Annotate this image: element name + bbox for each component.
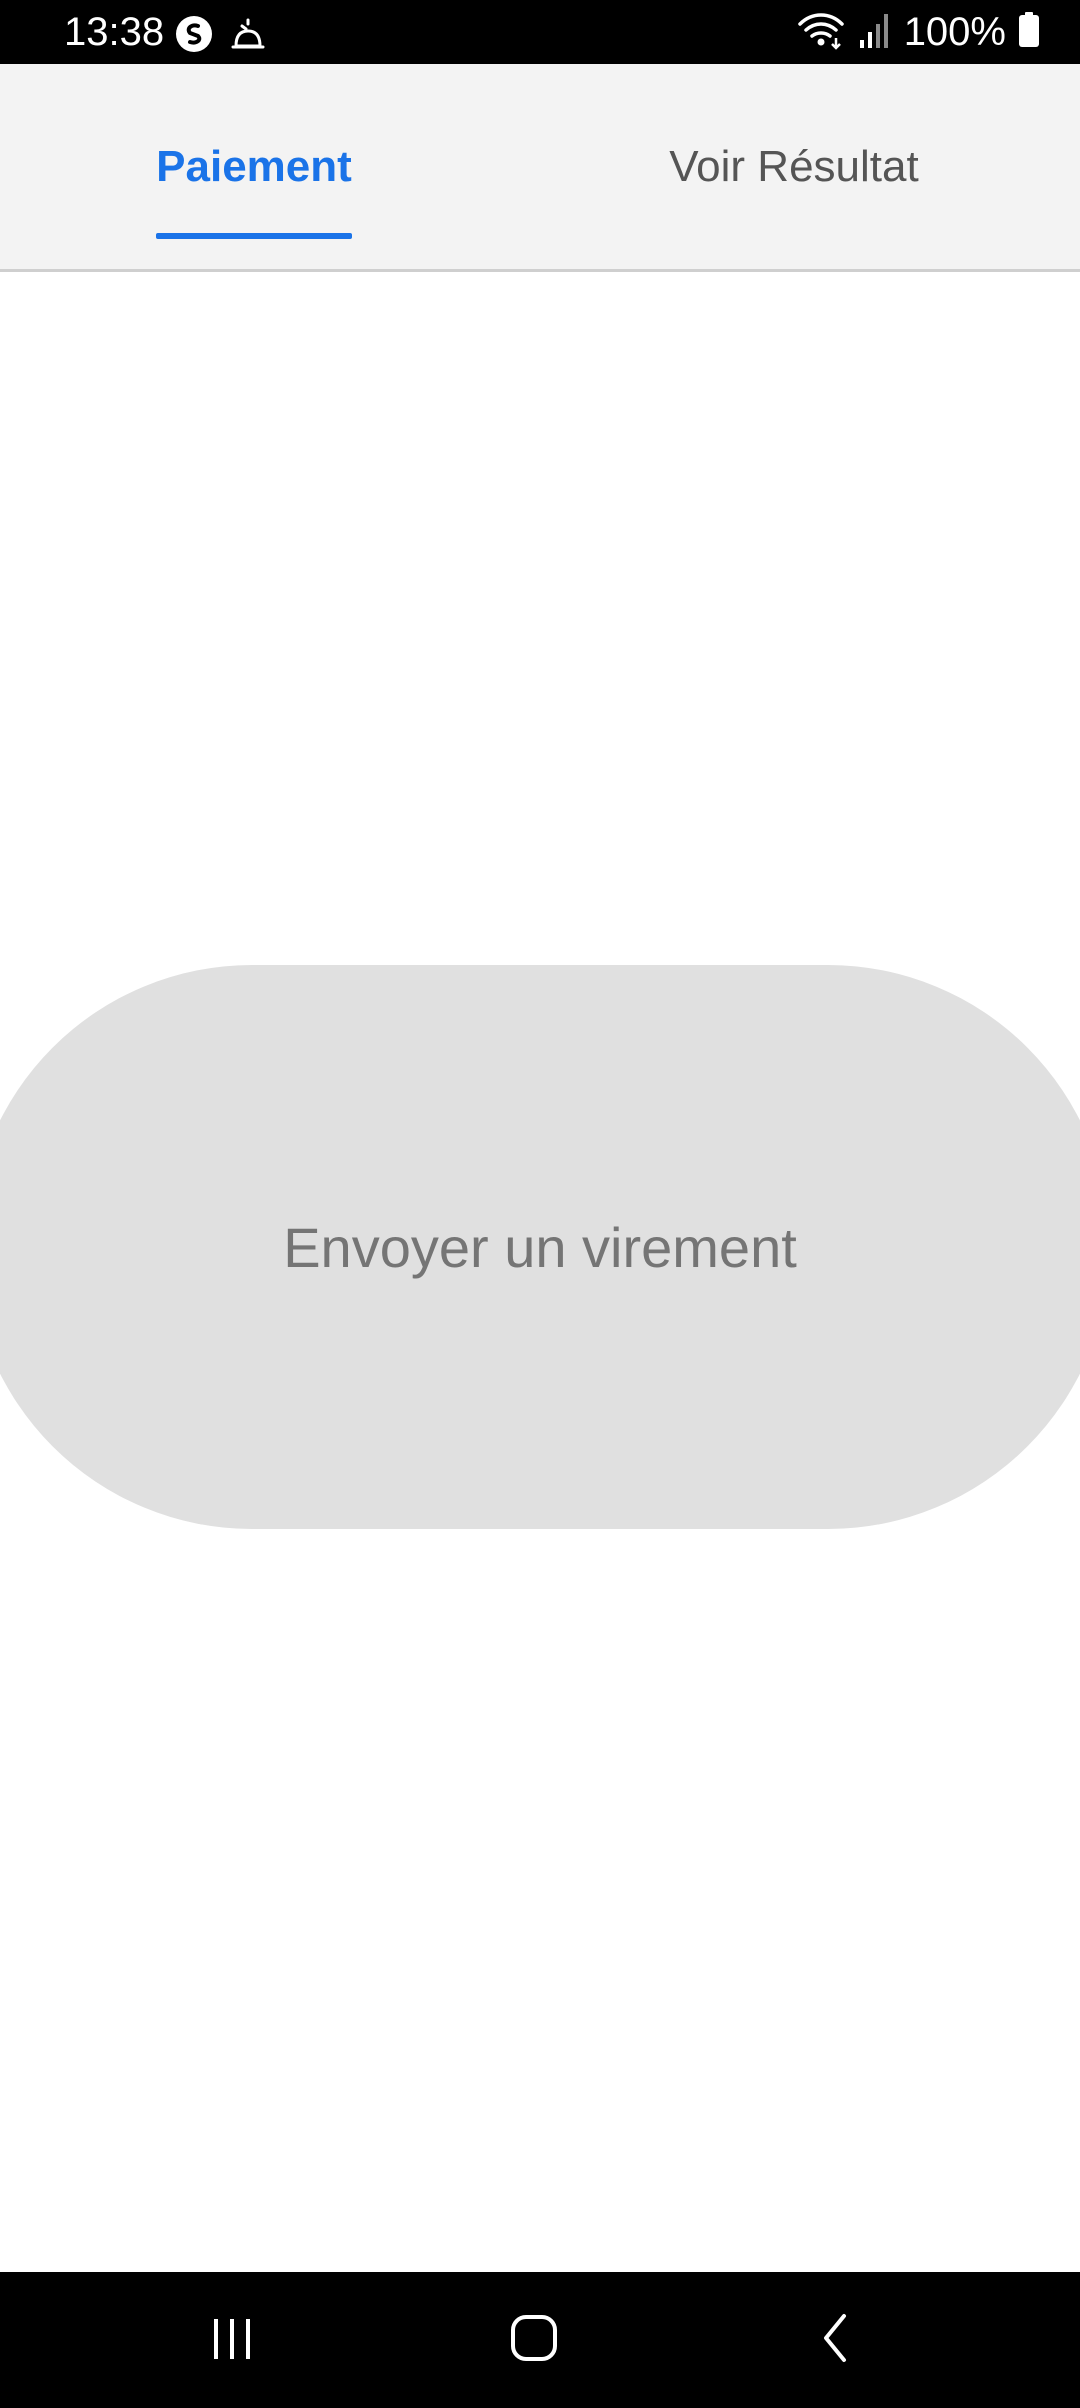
tab-voir-resultat[interactable]: Voir Résultat [540,64,1048,269]
back-icon [806,2308,866,2373]
home-button[interactable] [486,2300,582,2380]
battery-icon [1018,11,1040,53]
tab-paiement[interactable]: Paiement [0,64,508,269]
wifi-icon [796,10,846,55]
screen: 13:38 100% Paiement Voir Résultat Envoye… [0,0,1080,2408]
tab-paiement-label: Paiement [156,137,352,239]
tab-selected-indicator [156,232,352,239]
send-transfer-label: Envoyer un virement [283,1215,797,1279]
status-time: 13:38 [64,10,165,54]
main-content: Envoyer un virement [0,272,1080,2272]
recents-button[interactable] [184,2300,280,2380]
battery-percent: 100% [903,10,1006,54]
status-right-icons: 100% [796,8,1040,56]
back-button[interactable] [788,2300,884,2380]
recents-icon [202,2313,262,2368]
tab-paiement-text: Paiement [156,141,352,191]
send-transfer-button[interactable]: Envoyer un virement [0,965,1080,1529]
notification-bell-icon [228,14,268,54]
home-icon [504,2308,564,2373]
signal-icon [858,10,892,55]
tab-voir-resultat-label: Voir Résultat [669,141,919,191]
navigation-bar [0,2272,1080,2408]
shazam-icon [174,14,214,54]
tab-bar: Paiement Voir Résultat [0,64,1080,272]
status-left-icons [174,14,268,54]
status-bar: 13:38 100% [0,0,1080,64]
